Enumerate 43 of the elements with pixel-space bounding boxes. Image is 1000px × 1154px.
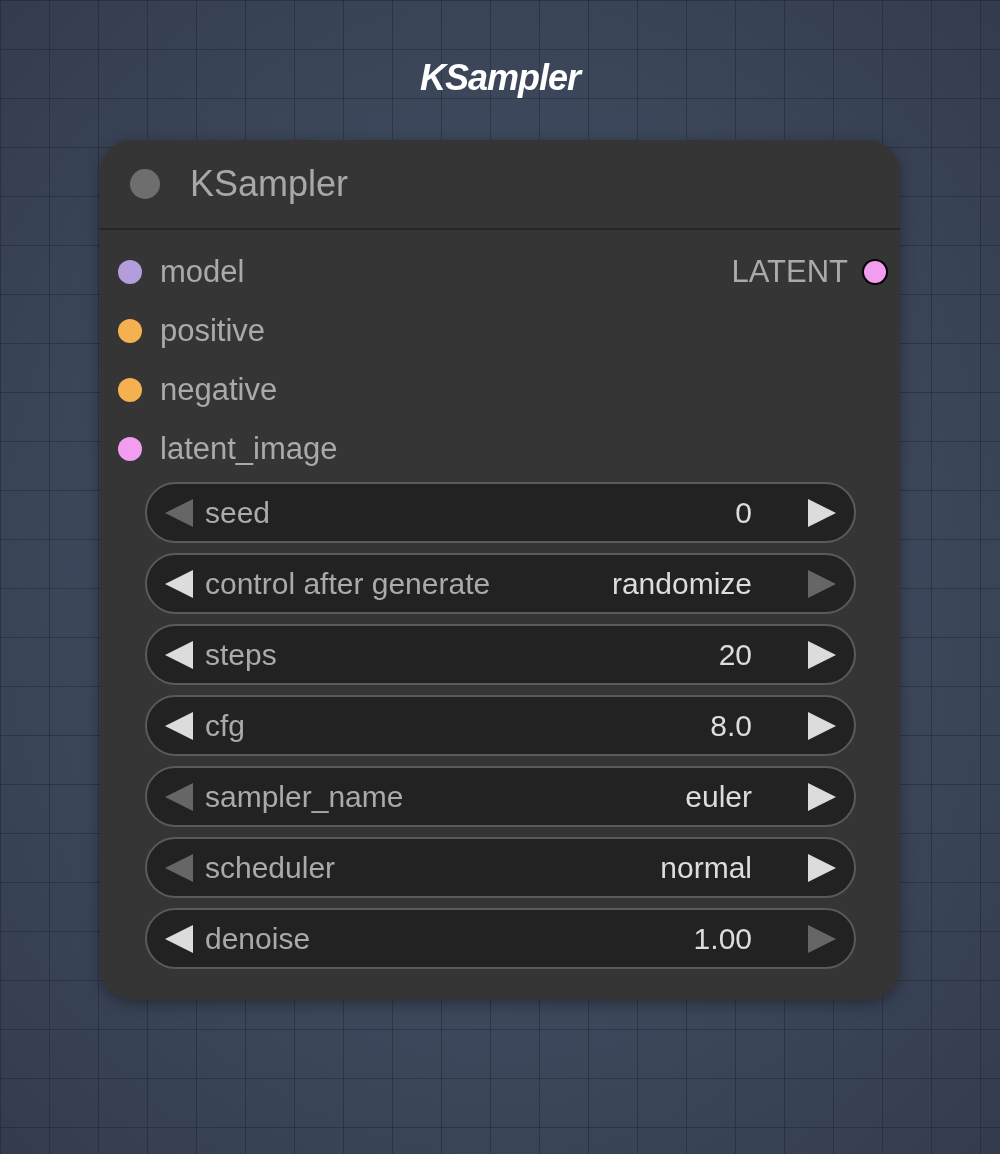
input-dot[interactable] (118, 436, 142, 461)
widget-value: 8.0 (710, 708, 752, 743)
input-label: model (160, 253, 245, 290)
widget-control[interactable]: control after generate randomize (145, 553, 856, 614)
widget-label: steps (205, 637, 278, 672)
left-arrow-icon[interactable] (165, 711, 193, 740)
input-label: latent_image (160, 430, 338, 467)
right-arrow-icon[interactable] (808, 782, 836, 811)
widget-value: 0 (735, 495, 752, 530)
left-arrow-icon[interactable] (165, 569, 193, 598)
widget-label: seed (205, 495, 272, 530)
widget-value: randomize (611, 566, 752, 601)
input-label: positive (160, 312, 266, 349)
widget-control[interactable]: steps 20 (145, 624, 856, 685)
widget-control[interactable]: cfg 8.0 (145, 695, 856, 756)
widget-value: 1.00 (693, 921, 752, 956)
widget-value: 20 (718, 637, 752, 672)
widget-control[interactable]: denoise 1.00 (145, 908, 856, 969)
right-arrow-icon[interactable] (808, 640, 836, 669)
left-arrow-icon[interactable] (165, 640, 193, 669)
right-arrow-icon[interactable] (808, 711, 836, 740)
node-title: KSampler (190, 163, 349, 205)
output-dot[interactable] (864, 260, 886, 283)
widget-label: denoise (205, 921, 312, 956)
input-dot[interactable] (118, 377, 142, 402)
right-arrow-icon[interactable] (808, 853, 836, 882)
collapse-dot-icon[interactable] (130, 169, 160, 199)
widget-control[interactable]: sampler_name euler (145, 766, 856, 827)
widget-control[interactable]: seed 0 (145, 482, 856, 543)
widget-label: scheduler (205, 850, 337, 885)
output-label: LATENT (731, 253, 848, 290)
page-title: KSampler (419, 56, 581, 100)
widget-value: euler (685, 779, 752, 814)
input-dot[interactable] (118, 318, 142, 343)
right-arrow-icon[interactable] (808, 498, 836, 527)
widget-label: control after generate (205, 566, 492, 601)
widget-control[interactable]: scheduler normal (145, 837, 856, 898)
widget-value: normal (660, 850, 752, 885)
input-dot[interactable] (118, 259, 142, 284)
widget-label: cfg (205, 708, 247, 743)
widget-label: sampler_name (205, 779, 405, 814)
input-label: negative (160, 371, 278, 408)
left-arrow-icon[interactable] (165, 924, 193, 953)
